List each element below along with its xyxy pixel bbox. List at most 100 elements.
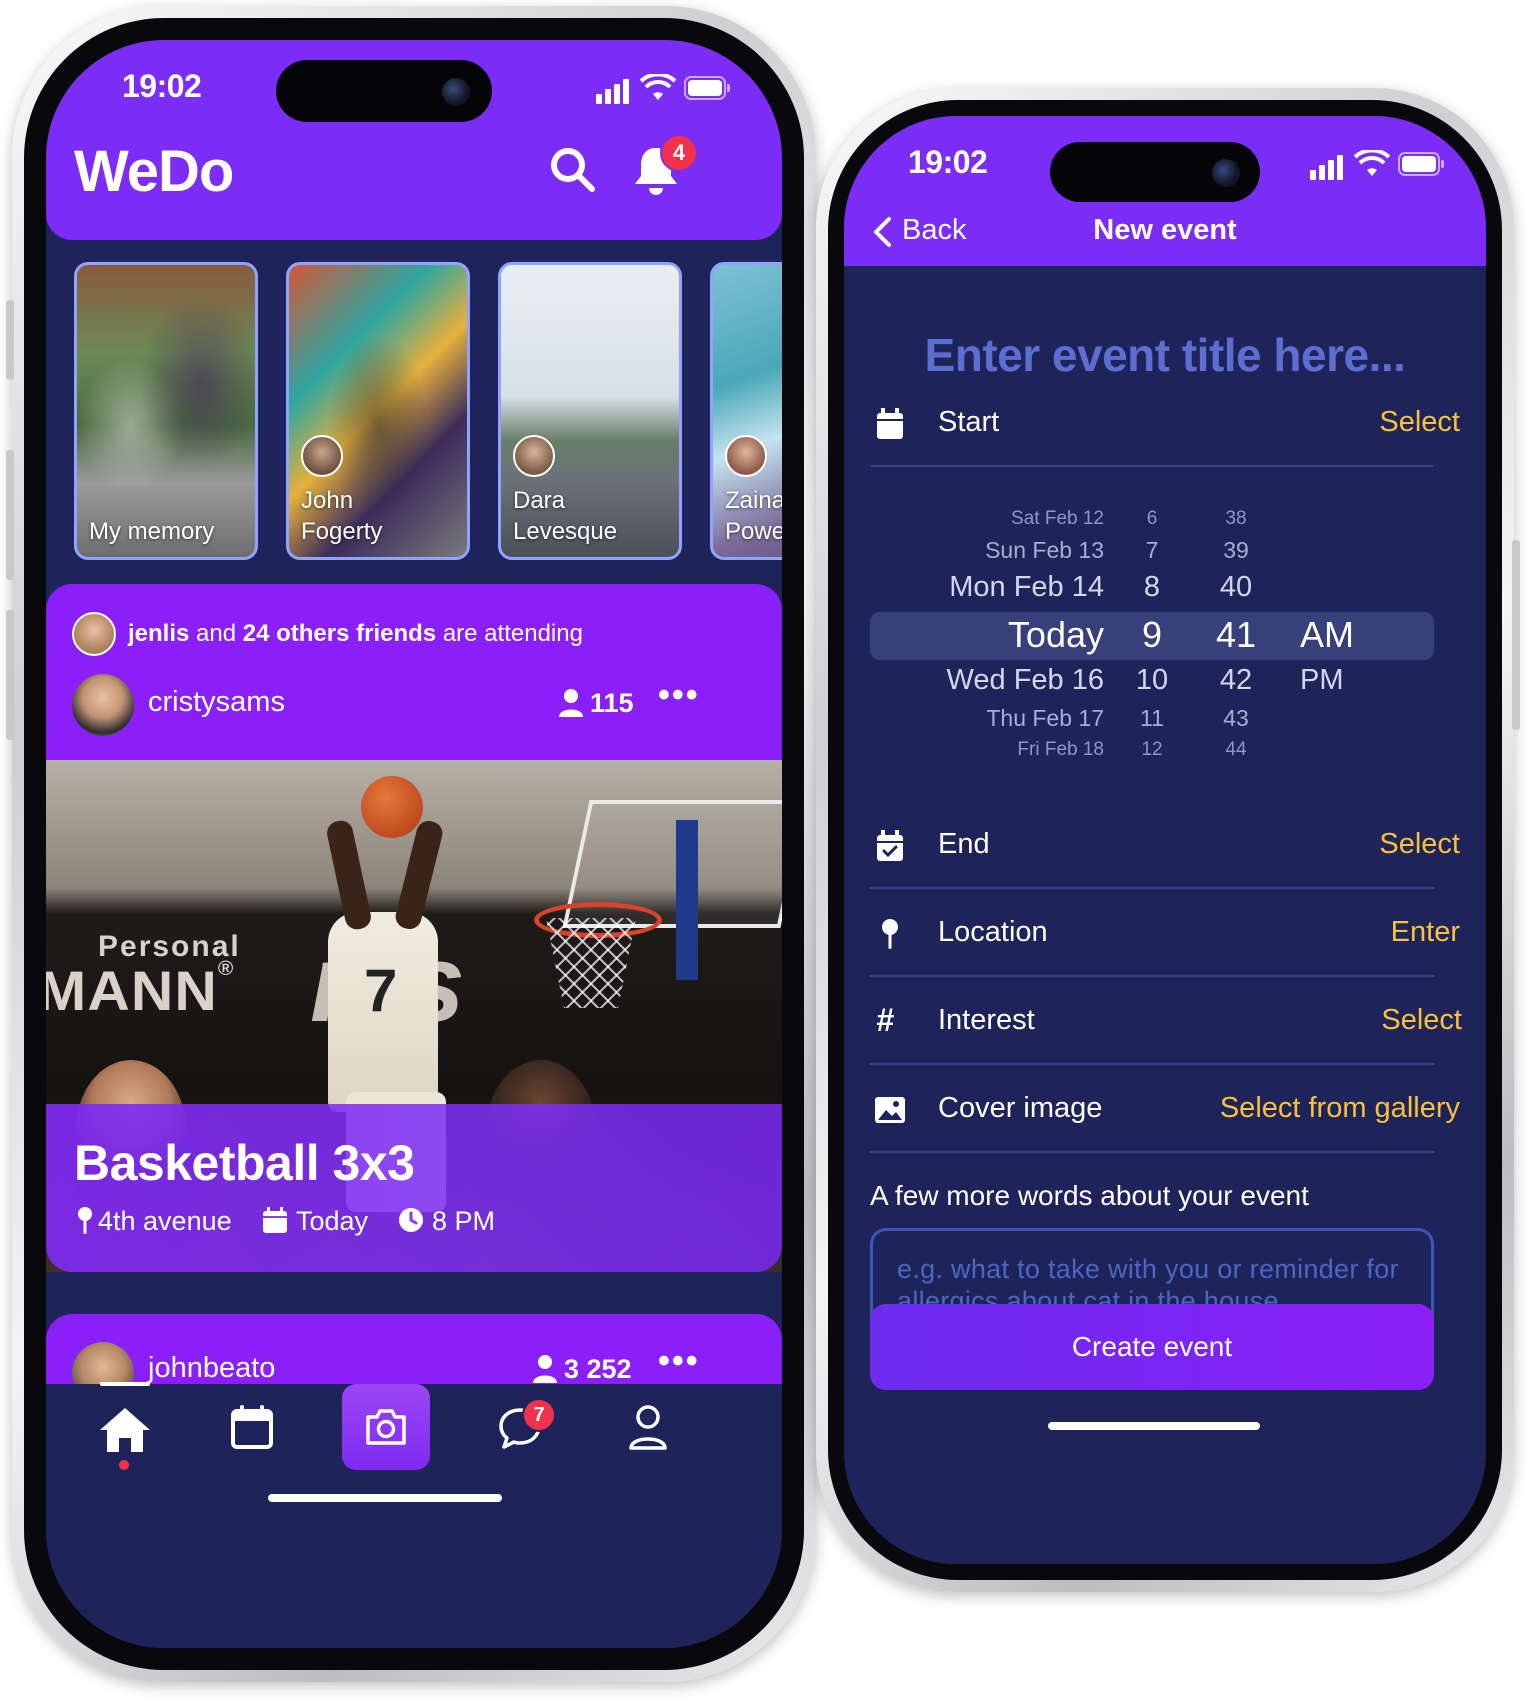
- camera-icon: [366, 1409, 406, 1445]
- picker-hour: 7: [1145, 537, 1159, 563]
- event-time: 8 PM: [432, 1206, 496, 1236]
- profile-icon[interactable]: [628, 1404, 668, 1450]
- picker-minute-selected: 41: [1215, 614, 1257, 655]
- home-indicator[interactable]: [1048, 1422, 1260, 1430]
- story-card[interactable]: My memory: [74, 262, 258, 560]
- location-label: Location: [938, 916, 1048, 948]
- picker-date: Thu Feb 17: [986, 705, 1104, 731]
- location-enter[interactable]: Enter: [1391, 916, 1460, 949]
- dynamic-island: [1050, 142, 1260, 202]
- date-time-picker[interactable]: Sat Feb 12 Sun Feb 13 Mon Feb 14 Today W…: [844, 496, 1486, 776]
- start-select[interactable]: Select: [1379, 406, 1460, 439]
- story-label: Zaina Powell: [725, 487, 782, 545]
- picker-date: Fri Feb 18: [1017, 739, 1104, 760]
- clock-icon: [399, 1208, 423, 1232]
- picker-hour-selected: 9: [1141, 614, 1163, 655]
- left-volume-down: [6, 610, 14, 740]
- status-icons: [1310, 150, 1450, 180]
- picker-hour: 10: [1135, 664, 1169, 696]
- page-title: New event: [1093, 214, 1237, 246]
- more-options-icon[interactable]: •••: [658, 1342, 700, 1381]
- picker-date-selected: Today: [1007, 614, 1104, 655]
- location-pin-icon: [882, 919, 898, 949]
- story-card[interactable]: Dara Levesque: [498, 262, 682, 560]
- picker-date: Sun Feb 13: [985, 537, 1104, 563]
- wifi-icon: [640, 74, 676, 100]
- host-username[interactable]: johnbeato: [148, 1352, 275, 1385]
- attending-text: jenlis and 24 others friends are attendi…: [128, 620, 583, 648]
- attending-and: and: [196, 620, 237, 647]
- story-label: John Fogerty: [301, 487, 383, 545]
- picker-hour: 8: [1143, 571, 1161, 603]
- dynamic-island: [276, 60, 492, 122]
- picker-hour: 6: [1146, 508, 1158, 529]
- attendee-count: 3 252: [564, 1354, 632, 1384]
- notification-badge: 4: [660, 134, 698, 172]
- picker-minute: 44: [1225, 739, 1247, 760]
- description-label: A few more words about your event: [870, 1180, 1309, 1211]
- event-date: Today: [296, 1206, 369, 1236]
- calendar-icon: [877, 408, 903, 439]
- cover-image-label: Cover image: [938, 1092, 1103, 1124]
- notifications-button[interactable]: 4: [630, 134, 700, 198]
- person-icon: [559, 689, 583, 717]
- picker-minute: 43: [1223, 705, 1249, 731]
- story-card[interactable]: John Fogerty: [286, 262, 470, 560]
- create-event-button[interactable]: Create event: [870, 1304, 1434, 1390]
- event-title-input[interactable]: Enter event title here...: [844, 328, 1486, 382]
- camera-tab-button[interactable]: [342, 1384, 430, 1470]
- search-icon[interactable]: [548, 145, 596, 193]
- player-arms: [324, 818, 374, 932]
- status-time: 19:02: [122, 68, 202, 104]
- picker-period: PM: [1300, 664, 1344, 696]
- basketball: [361, 776, 423, 838]
- signal-icon: [1310, 170, 1316, 180]
- attending-suffix: are attending: [442, 620, 583, 647]
- end-label: End: [938, 828, 990, 860]
- right-phone-screen: 19:02 Back New event Enter event title h…: [844, 116, 1486, 1564]
- interest-row[interactable]: # Interest Select: [844, 990, 1486, 1070]
- story-label: Dara Levesque: [513, 487, 618, 545]
- story-label: My memory: [89, 518, 215, 545]
- tab-active-indicator: [100, 1382, 150, 1386]
- more-options-icon[interactable]: •••: [658, 676, 700, 715]
- hoop-net: [546, 918, 636, 1008]
- end-select[interactable]: Select: [1379, 828, 1460, 861]
- left-phone-screen: 19:02 WeDo 4 My memory John Fogerty Dara…: [46, 40, 782, 1648]
- end-row[interactable]: End Select: [844, 814, 1486, 894]
- start-label: Start: [938, 406, 1000, 438]
- host-username[interactable]: cristysams: [148, 686, 285, 719]
- divider: [870, 887, 1434, 889]
- right-power-button: [1512, 540, 1520, 730]
- divider: [870, 465, 1434, 467]
- cover-image-row[interactable]: Cover image Select from gallery: [844, 1078, 1486, 1158]
- interest-select[interactable]: Select: [1381, 1004, 1462, 1037]
- signal-icon: [596, 94, 602, 104]
- friend-avatar: [72, 612, 116, 656]
- location-row[interactable]: Location Enter: [844, 902, 1486, 982]
- divider: [870, 1151, 1434, 1153]
- battery-icon: [1398, 152, 1444, 176]
- select-from-gallery[interactable]: Select from gallery: [1220, 1092, 1460, 1125]
- picker-minute: 38: [1225, 508, 1247, 529]
- home-indicator[interactable]: [268, 1494, 502, 1502]
- left-side-button: [6, 300, 14, 380]
- attendee-count: 115: [590, 688, 634, 718]
- picker-hour: 11: [1140, 705, 1164, 731]
- player-number: 7: [364, 957, 398, 1024]
- calendar-icon[interactable]: [230, 1404, 274, 1450]
- others-count: 24 others friends: [242, 620, 437, 647]
- picker-period-selected: AM: [1300, 614, 1354, 655]
- story-card[interactable]: Zaina Powell: [710, 262, 782, 560]
- status-time: 19:02: [908, 144, 988, 180]
- messages-tab[interactable]: 7: [496, 1398, 566, 1460]
- home-icon[interactable]: [98, 1406, 152, 1454]
- host-avatar[interactable]: [72, 674, 134, 736]
- start-row[interactable]: Start Select: [844, 392, 1486, 472]
- interest-label: Interest: [938, 1004, 1035, 1036]
- divider: [870, 1063, 1434, 1065]
- friend-username: jenlis: [128, 620, 190, 647]
- battery-icon: [684, 76, 730, 100]
- picker-minute: 42: [1219, 664, 1253, 696]
- picker-date: Sat Feb 12: [1011, 508, 1104, 529]
